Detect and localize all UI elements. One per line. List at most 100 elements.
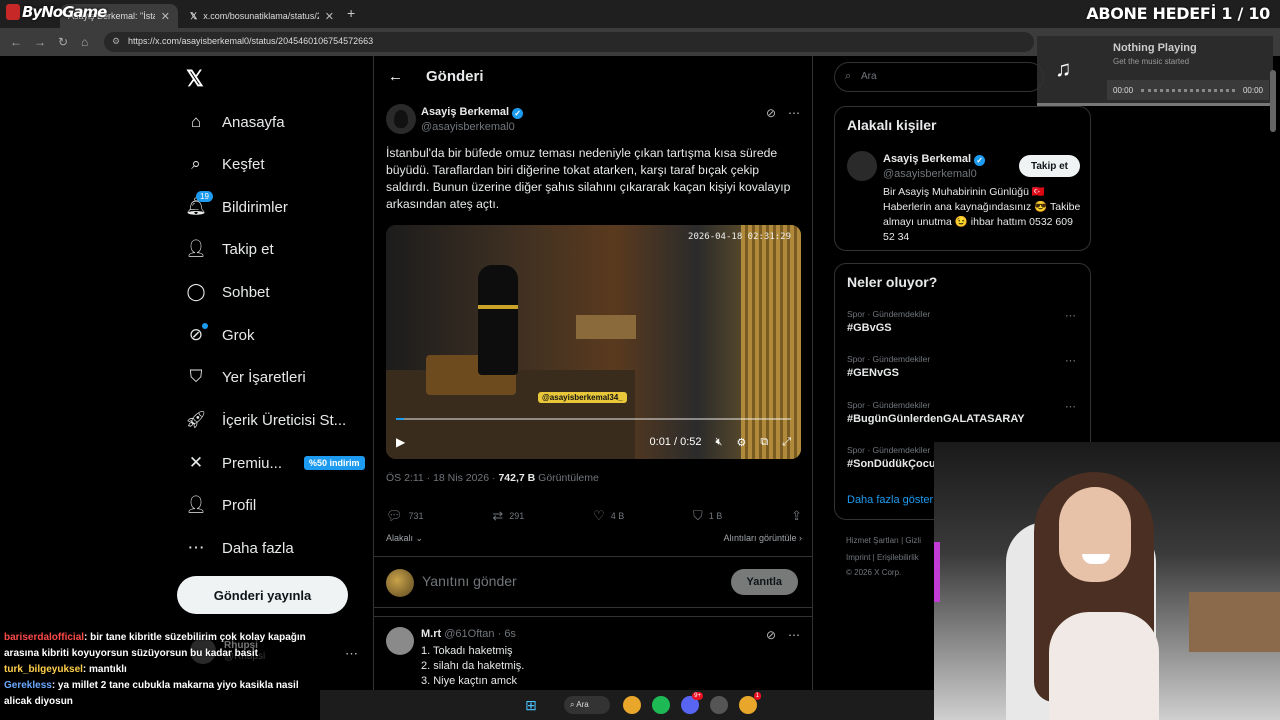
reply-author-handle: @61Oftan · 6s [444, 628, 516, 640]
footer-links[interactable]: Imprint | Erişilebilirlik [846, 553, 919, 562]
reply-button[interactable]: Yanıtla [730, 569, 798, 595]
video-frame-stripe [478, 305, 518, 309]
chat-message: turk_bilgeyuksel: mantıklı [0, 662, 320, 678]
author-name[interactable]: Asayiş Berkemal ✓ [421, 106, 524, 119]
trend-name: #BugünGünlerdenGALATASARAY [847, 413, 1025, 425]
post-time[interactable]: ÖS 2:11 · 18 Nis 2026 · [386, 472, 498, 484]
nav-grok[interactable]: ⊘ Grok [186, 315, 255, 355]
webcam-overlay [934, 442, 1280, 720]
page-scrollbar[interactable] [1270, 70, 1276, 132]
show-more-link[interactable]: Daha fazla göster [847, 494, 933, 506]
post-header: ← Gönderi [374, 56, 812, 98]
chat-user: bariserdalofficial [4, 632, 85, 643]
pip-icon[interactable]: ⧉ [760, 436, 768, 449]
fullscreen-icon[interactable]: ⤢ [782, 436, 791, 449]
nav-profile[interactable]: 👤︎ Profil [185, 485, 256, 525]
reply-action[interactable]: 💬︎ 731 [386, 508, 424, 524]
trend-item[interactable]: Spor · Gündemdekiler #BugünGünlerdenGALA… [847, 400, 1082, 425]
trend-category: Spor · Gündemdekiler [847, 400, 931, 410]
like-action[interactable]: ♡ 4 B [593, 508, 624, 524]
reply-input[interactable]: Yanıtını gönder [422, 573, 517, 589]
taskbar-search-label: Ara [576, 700, 589, 709]
close-tab-icon[interactable]: ✕ [161, 10, 170, 23]
browser-tab[interactable]: 𝕏 x.com/bosunatiklama/status/20 ✕ [182, 4, 342, 28]
chat-user: Gerekless [4, 680, 52, 691]
nav-home[interactable]: ⌂ Anasayfa [186, 102, 285, 142]
mute-icon[interactable]: 🔇︎ [716, 436, 723, 449]
trend-more-icon[interactable]: ⋯ [1065, 354, 1076, 367]
rocket-icon: 🚀︎ [185, 410, 207, 429]
x-logo-icon[interactable]: 𝕏 [186, 66, 204, 92]
author-handle[interactable]: @asayisberkemal0 [421, 121, 515, 133]
share-action[interactable]: ⇪ [791, 508, 802, 524]
nav-label: Keşfet [222, 155, 265, 173]
author-avatar[interactable] [386, 104, 416, 134]
nav-bookmarks[interactable]: ⛉ Yer İşaretleri [186, 357, 306, 397]
trend-more-icon[interactable]: ⋯ [1065, 400, 1076, 413]
chat-text: : mantıklı [82, 664, 127, 675]
related-handle[interactable]: @asayisberkemal0 [883, 168, 977, 180]
back-arrow-icon[interactable]: ← [388, 68, 403, 85]
music-progress-bar[interactable]: 00:00 00:00 [1107, 80, 1269, 100]
repost-icon: ⇄ [492, 508, 504, 523]
view-quotes-link[interactable]: Alıntıları görüntüle › [723, 533, 802, 544]
related-bio: Bir Asayiş Muhabirinin Günlüğü 🇹🇷 Haberl… [883, 186, 1081, 243]
stream-logo: ByNoGame [6, 3, 107, 21]
footer-links[interactable]: Hizmet Şartları | Gizli [846, 536, 921, 545]
play-icon[interactable]: ▶ [396, 435, 405, 449]
main-column: ← Gönderi Asayiş Berkemal ✓ @asayisberkem… [373, 56, 813, 720]
avatar[interactable] [386, 627, 414, 655]
new-tab-button[interactable]: + [347, 5, 355, 21]
spotify-icon[interactable] [652, 696, 670, 714]
grok-explain-icon[interactable]: ⊘ [766, 106, 776, 120]
premium-promo-badge: %50 indirim [304, 456, 365, 470]
nav-follow[interactable]: 👤︎ Takip et [185, 229, 274, 269]
repost-action[interactable]: ⇄ 291 [492, 508, 524, 524]
nav-explore[interactable]: ⌕ Keşfet [186, 144, 265, 184]
chrome-icon[interactable]: 1 [739, 692, 761, 714]
trend-more-icon[interactable]: ⋯ [1065, 309, 1076, 322]
nav-premium[interactable]: ✕ Premiu... %50 indirim [186, 443, 365, 483]
trend-item[interactable]: Spor · Gündemdekiler #GBvGS ⋯ [847, 309, 1082, 334]
taskbar-search[interactable]: ⌕ Ara [564, 696, 610, 714]
back-icon[interactable]: ← [10, 35, 22, 49]
reply-more-icon[interactable]: ⋯ [788, 628, 800, 642]
account-more-icon[interactable]: ⋯ [345, 646, 358, 662]
settings-icon[interactable]: ⚙ [736, 436, 746, 449]
home-button-icon[interactable]: ⌂ [81, 35, 88, 49]
bookmark-count: 1 B [708, 511, 723, 521]
site-info-icon[interactable]: ⚙ [112, 36, 120, 47]
trend-item[interactable]: Spor · Gündemdekiler #GENvGS ⋯ [847, 354, 1082, 379]
nav-creator-studio[interactable]: 🚀︎ İçerik Üreticisi St... [185, 400, 347, 440]
reload-icon[interactable]: ↻ [58, 35, 68, 49]
bookmark-action[interactable]: ⛉ 1 B [693, 508, 722, 524]
forward-icon[interactable]: → [34, 35, 46, 49]
video-progress-bar[interactable] [396, 418, 791, 420]
post-more-icon[interactable]: ⋯ [788, 106, 800, 120]
discord-icon[interactable]: 9+ [681, 692, 703, 714]
post-button[interactable]: Gönderi yayınla [177, 576, 348, 614]
nav-chat[interactable]: ◯ Sohbet [186, 272, 269, 312]
logo-bolt-icon [6, 4, 20, 20]
more-icon: ⋯ [187, 538, 205, 557]
chrome-icon[interactable] [623, 696, 641, 714]
video-frame-blind [741, 225, 801, 459]
webcam-light [934, 542, 940, 602]
nav-label: Premiu... [222, 454, 283, 472]
search-input[interactable]: ⌕ Ara [834, 62, 1044, 92]
nav-notifications[interactable]: 🔔︎ 19 Bildirimler [185, 187, 288, 227]
close-tab-icon[interactable]: ✕ [325, 10, 334, 23]
follow-button[interactable]: Takip et [1018, 155, 1080, 177]
related-name[interactable]: Asayiş Berkemal ✓ [883, 153, 986, 166]
avatar[interactable] [847, 151, 877, 181]
obs-icon[interactable] [710, 696, 728, 714]
windows-start-icon[interactable]: ⊞ [522, 696, 540, 714]
video-player[interactable]: 2026-04-18 02:31:29 @asayisberkemal34_ ▶… [386, 225, 801, 459]
nav-more[interactable]: ⋯ Daha fazla [186, 528, 294, 568]
reply-author-name[interactable]: M.rt [421, 628, 441, 640]
url-field[interactable]: ⚙ https://x.com/asayisberkemal0/status/2… [104, 32, 1034, 52]
nav-label: İçerik Üreticisi St... [222, 411, 347, 429]
reply-composer: Yanıtını gönder Yanıtla [374, 556, 812, 608]
sort-dropdown[interactable]: Alakalı ⌄ [386, 533, 423, 544]
grok-explain-icon[interactable]: ⊘ [766, 628, 776, 642]
